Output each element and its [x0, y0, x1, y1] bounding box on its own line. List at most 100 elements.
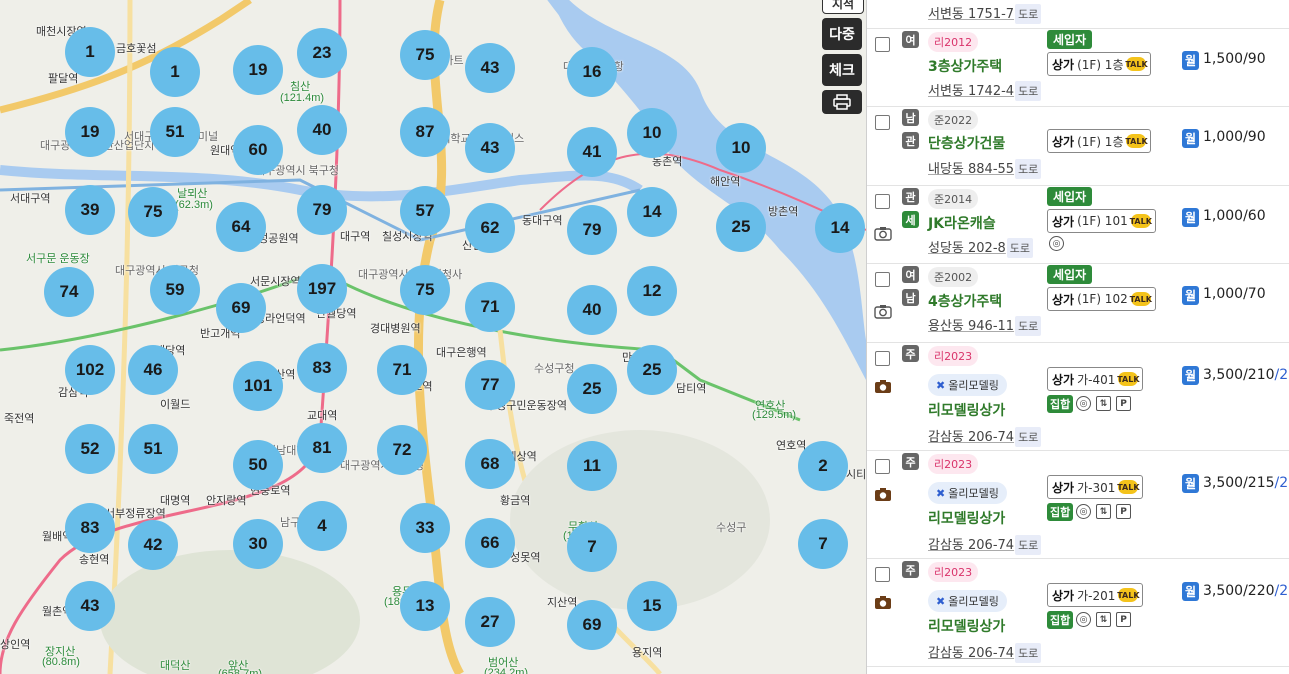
listing-title[interactable]: 3층상가주택: [928, 56, 1002, 76]
kakao-talk-icon[interactable]: TALK: [1117, 372, 1140, 386]
road-tag[interactable]: 도로: [1015, 316, 1042, 336]
map-cluster[interactable]: 25: [567, 364, 617, 414]
map-cluster[interactable]: 19: [233, 45, 283, 95]
usage-chip[interactable]: 상가 (1F) 1층 TALK: [1047, 129, 1152, 153]
kakao-talk-icon[interactable]: TALK: [1117, 480, 1140, 494]
map-cluster[interactable]: 69: [567, 600, 617, 650]
road-tag[interactable]: 도로: [1015, 535, 1042, 555]
kakao-talk-icon[interactable]: TALK: [1125, 57, 1148, 71]
map-cluster[interactable]: 102: [65, 345, 115, 395]
road-tag[interactable]: 도로: [1015, 427, 1042, 447]
select-checkbox[interactable]: [875, 115, 890, 130]
kakao-talk-icon[interactable]: TALK: [1130, 292, 1152, 306]
map-cluster[interactable]: 42: [128, 520, 178, 570]
map-cluster[interactable]: 2: [798, 441, 848, 491]
listing-title[interactable]: 리모델링상가: [928, 400, 1005, 420]
map-cluster[interactable]: 59: [150, 265, 200, 315]
map-cluster[interactable]: 46: [128, 345, 178, 395]
map-cluster[interactable]: 60: [233, 125, 283, 175]
road-tag[interactable]: 도로: [1015, 159, 1042, 179]
listing-row[interactable]: 여 리2012 3층상가주택 서변동 1742-4 도로 세입자 상가 (1F) 1층 TALK…: [867, 28, 1289, 107]
listing-row[interactable]: 서변동 1751-7 도로: [867, 0, 1289, 29]
print-button[interactable]: [822, 90, 862, 114]
map-cluster[interactable]: 39: [65, 185, 115, 235]
map-cluster[interactable]: 10: [627, 108, 677, 158]
map-cluster[interactable]: 25: [716, 202, 766, 252]
map-cluster[interactable]: 1: [150, 47, 200, 97]
map-cluster[interactable]: 75: [400, 30, 450, 80]
listing-row[interactable]: 주 리2023 ✖ 올리모델링 리모델링상가 감삼동 206-74 도로 상가 가-301 TAL…: [867, 450, 1289, 559]
listing-title[interactable]: 리모델링상가: [928, 616, 1005, 636]
map-cluster[interactable]: 7: [567, 522, 617, 572]
map-cluster[interactable]: 13: [400, 581, 450, 631]
map-cluster[interactable]: 101: [233, 361, 283, 411]
map-cluster[interactable]: 27: [465, 597, 515, 647]
map-cluster[interactable]: 83: [297, 343, 347, 393]
map-cluster[interactable]: 4: [297, 501, 347, 551]
map-cluster[interactable]: 43: [465, 123, 515, 173]
map-cluster[interactable]: 79: [297, 185, 347, 235]
map-cluster[interactable]: 57: [400, 186, 450, 236]
map-cluster[interactable]: 14: [815, 203, 865, 253]
camera-icon[interactable]: [874, 379, 892, 394]
map-cluster[interactable]: 25: [627, 345, 677, 395]
map-cluster[interactable]: 62: [465, 203, 515, 253]
usage-chip[interactable]: 상가 가-301 TALK: [1047, 475, 1144, 499]
map-cluster[interactable]: 30: [233, 519, 283, 569]
kakao-talk-icon[interactable]: TALK: [1125, 134, 1148, 148]
map-cluster[interactable]: 23: [297, 28, 347, 78]
map-cluster[interactable]: 83: [65, 503, 115, 553]
usage-chip[interactable]: 상가 (1F) 101 TALK: [1047, 209, 1156, 233]
map-cluster[interactable]: 50: [233, 440, 283, 490]
map-cluster[interactable]: 68: [465, 439, 515, 489]
select-checkbox[interactable]: [875, 459, 890, 474]
camera-icon[interactable]: [874, 304, 892, 319]
road-tag[interactable]: 도로: [1015, 4, 1042, 24]
listing-title[interactable]: 리모델링상가: [928, 508, 1005, 528]
map-cluster[interactable]: 71: [465, 282, 515, 332]
listing-row[interactable]: 남 관 준2022 단층상가건물 내당동 884-55 도로 상가 (1F) 1층 TALK 월 1…: [867, 106, 1289, 186]
map-cluster[interactable]: 43: [465, 43, 515, 93]
camera-icon[interactable]: [874, 487, 892, 502]
map-cluster[interactable]: 74: [44, 267, 94, 317]
map-cluster[interactable]: 66: [465, 518, 515, 568]
usage-chip[interactable]: 상가 가-201 TALK: [1047, 583, 1144, 607]
listing-panel[interactable]: 서변동 1751-7 도로 여 리2012 3층상가주택 서변동 1742-4 도로 세입자 상…: [866, 0, 1289, 674]
listing-row[interactable]: 주 리2023 ✖ 올리모델링 리모델링상가 감삼동 206-74 도로 상가 가-201 TAL…: [867, 558, 1289, 667]
map-cluster[interactable]: 51: [128, 424, 178, 474]
map-cluster[interactable]: 40: [297, 105, 347, 155]
select-checkbox[interactable]: [875, 351, 890, 366]
cadastral-button[interactable]: 지적: [822, 0, 864, 14]
map-cluster[interactable]: 77: [465, 360, 515, 410]
camera-icon[interactable]: [874, 595, 892, 610]
listing-title[interactable]: 4층상가주택: [928, 291, 1002, 311]
listing-row[interactable]: 여 남 준2002 4층상가주택 용산동 946-11 도로 세입자 상가 (1F) 102 TA…: [867, 263, 1289, 343]
map-cluster[interactable]: 75: [128, 187, 178, 237]
map-cluster[interactable]: 14: [627, 187, 677, 237]
listing-title[interactable]: JK라온캐슬: [928, 213, 996, 233]
map-cluster[interactable]: 71: [377, 345, 427, 395]
select-checkbox[interactable]: [875, 272, 890, 287]
select-checkbox[interactable]: [875, 37, 890, 52]
multi-button[interactable]: 다중: [822, 18, 862, 50]
map-cluster[interactable]: 10: [716, 123, 766, 173]
map-cluster[interactable]: 79: [567, 205, 617, 255]
map-cluster[interactable]: 1: [65, 27, 115, 77]
map-cluster[interactable]: 40: [567, 285, 617, 335]
map-cluster[interactable]: 69: [216, 283, 266, 333]
usage-chip[interactable]: 상가 (1F) 102 TALK: [1047, 287, 1156, 311]
kakao-talk-icon[interactable]: TALK: [1130, 214, 1152, 228]
listing-row[interactable]: 관 세 준2014 JK라온캐슬 성당동 202-8 도로 세입자 상가 (1F) 101 TAL…: [867, 185, 1289, 264]
check-button[interactable]: 체크: [822, 54, 862, 86]
map-cluster[interactable]: 7: [798, 519, 848, 569]
map-cluster[interactable]: 75: [400, 265, 450, 315]
listing-row[interactable]: 주 리2023 ✖ 올리모델링 리모델링상가 감삼동 206-74 도로 상가 가-401 TAL…: [867, 342, 1289, 451]
map-cluster[interactable]: 11: [567, 441, 617, 491]
map-cluster[interactable]: 43: [65, 581, 115, 631]
select-checkbox[interactable]: [875, 194, 890, 209]
kakao-talk-icon[interactable]: TALK: [1117, 588, 1140, 602]
road-tag[interactable]: 도로: [1015, 81, 1042, 101]
map-cluster[interactable]: 19: [65, 107, 115, 157]
map-cluster[interactable]: 33: [400, 503, 450, 553]
camera-icon[interactable]: [874, 226, 892, 241]
